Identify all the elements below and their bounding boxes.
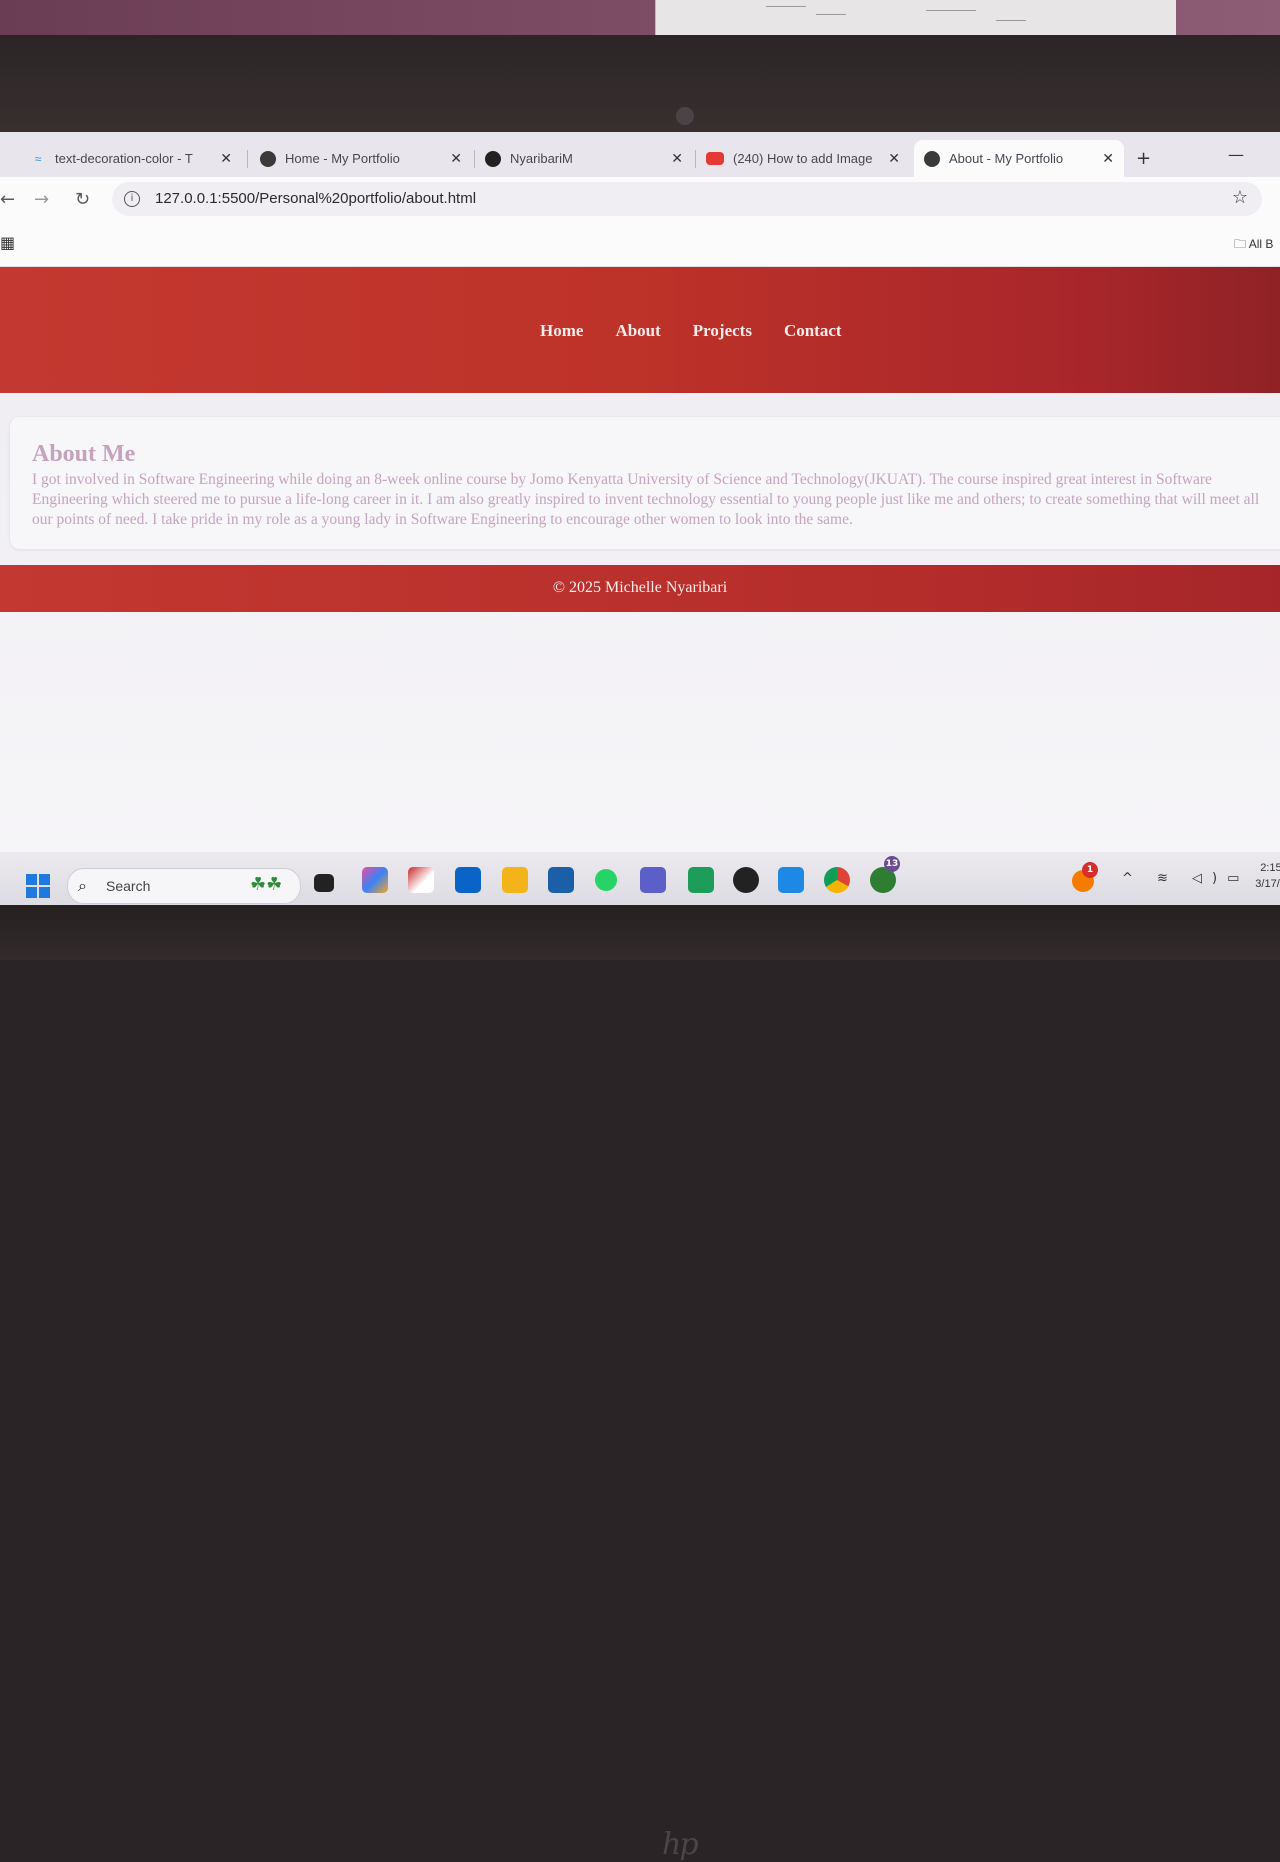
laptop-chin: hp (0, 905, 1280, 1862)
globe-icon (924, 150, 940, 167)
taskbar-search[interactable]: ⌕ Search ☘☘ (67, 868, 301, 904)
url-text[interactable]: 127.0.0.1:5500/Personal%20portfolio/abou… (155, 190, 476, 207)
github-desktop-icon[interactable] (733, 867, 759, 893)
close-icon[interactable]: ✕ (671, 150, 683, 167)
screen: ≈ text-decoration-color - T ✕ Home - My … (0, 132, 1280, 907)
nav-projects-link[interactable]: Projects (693, 321, 752, 341)
clover-icon: ☘☘ (250, 874, 283, 895)
new-tab-button[interactable]: + (1136, 148, 1151, 169)
chrome-icon[interactable] (824, 867, 850, 893)
tab-text-decoration[interactable]: ≈ text-decoration-color - T ✕ (20, 140, 242, 177)
about-paragraph: I got involved in Software Engineering w… (32, 471, 1260, 528)
tab-strip: ≈ text-decoration-color - T ✕ Home - My … (0, 132, 1280, 177)
nav-about-link[interactable]: About (615, 321, 660, 341)
address-bar[interactable]: i 127.0.0.1:5500/Personal%20portfolio/ab… (112, 182, 1262, 216)
bookmarks-bar: ▦ 🗀 All B (0, 221, 1280, 267)
site-header: Home About Projects Contact (0, 267, 1280, 393)
tab-home-portfolio[interactable]: Home - My Portfolio ✕ (250, 140, 472, 177)
info-icon[interactable]: i (124, 191, 140, 207)
laptop-bezel (0, 35, 1280, 135)
tab-about-portfolio[interactable]: About - My Portfolio ✕ (914, 140, 1124, 177)
notification-badge: 1 (1082, 862, 1098, 878)
apps-icon[interactable]: ▦ (0, 233, 15, 252)
back-arrow-icon[interactable]: ← (0, 189, 15, 210)
site-nav: Home About Projects Contact (540, 321, 842, 341)
whatsapp-small-icon[interactable] (595, 869, 617, 891)
clock-time: 2:15 P (1260, 862, 1280, 874)
tailwind-icon: ≈ (34, 151, 42, 166)
file-explorer-icon[interactable] (502, 867, 528, 893)
copilot-icon[interactable] (362, 867, 388, 893)
about-section: About Me I got involved in Software Engi… (10, 417, 1280, 549)
star-icon[interactable]: ☆ (1232, 187, 1248, 208)
windows-start-icon[interactable] (26, 874, 50, 898)
tab-title: text-decoration-color - T (55, 151, 193, 166)
task-view-icon[interactable] (314, 874, 334, 892)
all-bookmarks-button[interactable]: 🗀 All B (1234, 235, 1273, 256)
copyright-text: © 2025 Michelle Nyaribari (552, 579, 728, 596)
clock[interactable]: 2:15 P 3/17/20 (1232, 860, 1280, 892)
whatsapp-badge: 13 (884, 856, 900, 872)
store-icon[interactable] (548, 867, 574, 893)
system-tray[interactable]: ^ ≋ ◁)▭ (1122, 871, 1249, 886)
forward-arrow-icon[interactable]: → (34, 189, 49, 210)
search-label: Search (106, 878, 151, 894)
teams-icon[interactable] (640, 867, 666, 893)
webcam (676, 107, 694, 125)
browser-toolbar: ← → ↻ i 127.0.0.1:5500/Personal%20portfo… (0, 177, 1280, 221)
github-icon (485, 150, 501, 167)
globe-icon (260, 150, 276, 167)
paper-note (655, 0, 1176, 38)
tab-title: About - My Portfolio (949, 151, 1064, 166)
web-page: Home About Projects Contact About Me I g… (0, 267, 1280, 857)
nav-contact-link[interactable]: Contact (784, 321, 842, 341)
app-green-icon[interactable] (688, 867, 714, 893)
about-title: About Me (32, 441, 136, 467)
all-bookmarks-label: All B (1248, 237, 1274, 251)
outlook-icon[interactable] (455, 867, 481, 893)
reload-icon[interactable]: ↻ (75, 189, 90, 210)
taskbar: ⌕ Search ☘☘ 13 1 ^ ≋ ◁)▭ 2:15 P 3/17/20 (0, 852, 1280, 907)
search-icon: ⌕ (78, 876, 87, 895)
clock-date: 3/17/20 (1255, 878, 1280, 890)
nav-home-link[interactable]: Home (540, 321, 583, 341)
tab-title: Home - My Portfolio (285, 151, 400, 166)
tab-title: (240) How to add Image (733, 151, 873, 166)
close-icon[interactable]: ✕ (220, 150, 232, 167)
tab-title: NyaribariM (510, 151, 573, 166)
hp-logo: hp (662, 1827, 699, 1862)
close-icon[interactable]: ✕ (888, 150, 900, 167)
tab-youtube[interactable]: (240) How to add Image ✕ (696, 140, 910, 177)
app-icon[interactable] (408, 867, 434, 893)
minimize-button[interactable]: — (1228, 145, 1244, 164)
youtube-icon (706, 152, 724, 165)
site-footer: © 2025 Michelle Nyaribari (0, 565, 1280, 612)
tab-github[interactable]: NyaribariM ✕ (475, 140, 693, 177)
close-icon[interactable]: ✕ (1102, 150, 1114, 167)
vscode-icon[interactable] (778, 867, 804, 893)
close-icon[interactable]: ✕ (450, 150, 462, 167)
